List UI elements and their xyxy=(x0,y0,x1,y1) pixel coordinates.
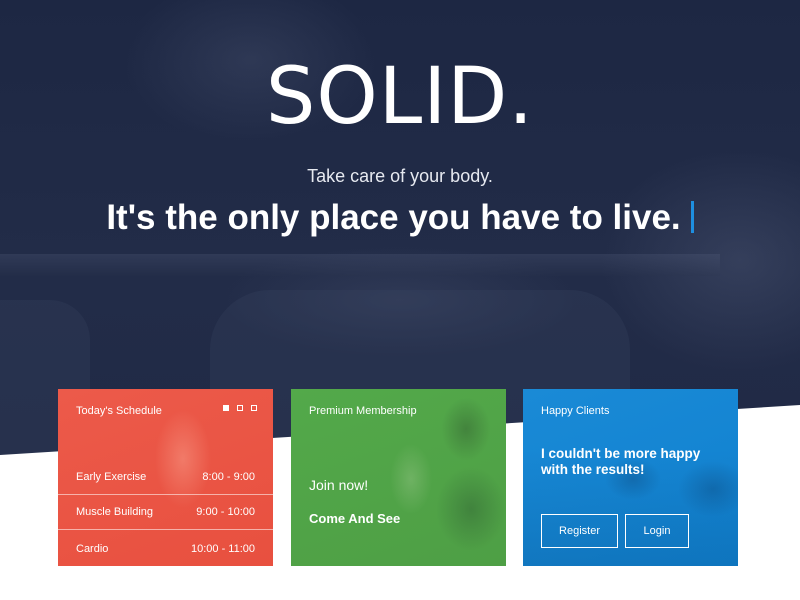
schedule-row: Cardio 10:00 - 11:00 xyxy=(58,531,273,566)
schedule-card: Today's Schedule Early Exercise 8:00 - 9… xyxy=(58,389,273,566)
membership-card-title: Premium Membership xyxy=(309,405,417,417)
site-logo: SOLID. xyxy=(265,52,535,142)
client-quote: I couldn't be more happy with the result… xyxy=(541,446,701,477)
schedule-row: Early Exercise 8:00 - 9:00 xyxy=(58,460,273,495)
slider-dot-1[interactable] xyxy=(223,405,229,411)
schedule-card-title: Today's Schedule xyxy=(76,405,162,417)
slider-dot-3[interactable] xyxy=(251,405,257,411)
schedule-row-name: Cardio xyxy=(76,542,109,555)
hero-headline: It's the only place you have to live. xyxy=(0,198,800,238)
join-now-text: Join now! xyxy=(309,477,369,493)
membership-card[interactable]: Premium Membership Join now! Come And Se… xyxy=(291,389,506,566)
schedule-row-name: Muscle Building xyxy=(76,506,154,518)
login-button[interactable]: Login xyxy=(625,514,689,548)
typing-cursor xyxy=(690,201,694,233)
hero-background-barbell xyxy=(0,254,720,276)
clients-card: Happy Clients I couldn't be more happy w… xyxy=(523,389,738,566)
schedule-slider-dots xyxy=(223,405,257,411)
hero-headline-text: It's the only place you have to live. xyxy=(106,198,681,237)
clients-card-title: Happy Clients xyxy=(541,405,610,417)
schedule-row-time: 9:00 - 10:00 xyxy=(196,506,255,518)
hero-tagline-small: Take care of your body. xyxy=(307,166,493,186)
schedule-row-name: Early Exercise xyxy=(76,471,147,483)
schedule-row-time: 8:00 - 9:00 xyxy=(202,471,255,483)
slider-dot-2[interactable] xyxy=(237,405,243,411)
schedule-row-time: 10:00 - 11:00 xyxy=(190,542,255,555)
register-button[interactable]: Register xyxy=(541,514,618,548)
schedule-row: Muscle Building 9:00 - 10:00 xyxy=(58,495,273,530)
come-and-see-link[interactable]: Come And See xyxy=(309,511,400,526)
